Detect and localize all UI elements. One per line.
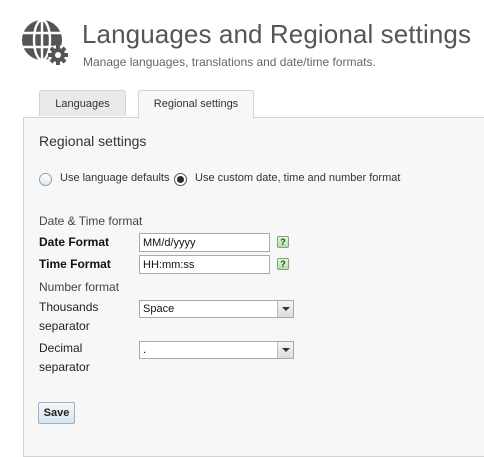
- time-format-label: Time Format: [39, 257, 111, 271]
- regional-settings-panel: Regional settings Use language defaults …: [23, 117, 484, 457]
- decimal-separator-label-line2: separator: [39, 360, 90, 374]
- number-format-heading: Number format: [39, 280, 120, 294]
- thousands-separator-select[interactable]: Space: [139, 300, 294, 318]
- language-defaults-radio[interactable]: [39, 173, 52, 186]
- thousands-separator-label-line1: Thousands: [39, 300, 99, 314]
- save-button[interactable]: Save: [38, 402, 75, 424]
- language-defaults-label[interactable]: Use language defaults: [60, 172, 169, 184]
- thousands-separator-label-line2: separator: [39, 319, 90, 333]
- decimal-separator-value: .: [143, 344, 147, 356]
- tab-regional-settings[interactable]: Regional settings: [138, 90, 254, 118]
- decimal-separator-label: Decimal separator: [39, 339, 90, 377]
- decimal-separator-label-line1: Decimal: [39, 341, 83, 355]
- custom-format-radio[interactable]: [174, 173, 187, 186]
- chevron-down-icon[interactable]: [277, 301, 293, 317]
- decimal-separator-select[interactable]: .: [139, 341, 294, 359]
- globe-gear-icon: [22, 18, 68, 65]
- tab-languages[interactable]: Languages: [39, 90, 126, 116]
- date-format-help-icon[interactable]: ?: [277, 236, 289, 248]
- time-format-input[interactable]: [139, 255, 270, 274]
- time-format-help-icon[interactable]: ?: [277, 258, 289, 270]
- date-time-heading: Date & Time format: [39, 214, 143, 228]
- page-header: Languages and Regional settings Manage l…: [0, 0, 484, 90]
- chevron-down-icon[interactable]: [277, 342, 293, 358]
- panel-title: Regional settings: [39, 133, 147, 149]
- custom-format-label[interactable]: Use custom date, time and number format: [195, 172, 400, 184]
- date-format-label: Date Format: [39, 235, 110, 249]
- page-subtitle: Manage languages, translations and date/…: [83, 55, 376, 69]
- page-title: Languages and Regional settings: [82, 19, 472, 49]
- thousands-separator-value: Space: [143, 303, 175, 315]
- date-format-input[interactable]: [139, 233, 270, 252]
- thousands-separator-label: Thousands separator: [39, 298, 98, 336]
